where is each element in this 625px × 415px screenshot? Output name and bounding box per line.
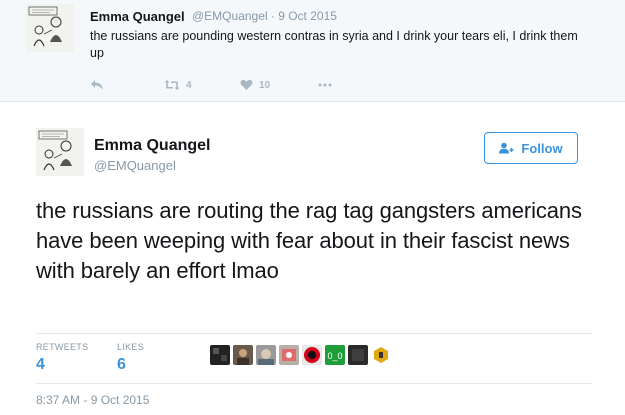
- tweet-actions: 4 10: [90, 76, 332, 94]
- tweet-text: the russians are pounding western contra…: [90, 29, 578, 60]
- author-handle-date[interactable]: @EMQuangel · 9 Oct 2015: [192, 9, 337, 23]
- author-name[interactable]: Emma Quangel: [90, 9, 185, 24]
- svg-text:0_0: 0_0: [327, 351, 342, 361]
- tweet-timestamp[interactable]: 8:37 AM - 9 Oct 2015: [36, 393, 149, 407]
- tweet-text: the russians are routing the rag tag gan…: [36, 198, 582, 283]
- reply-icon: [90, 79, 104, 91]
- author-name[interactable]: Emma Quangel: [94, 137, 210, 155]
- follow-label: Follow: [521, 140, 563, 156]
- retweets-label[interactable]: RETWEETS: [36, 342, 88, 352]
- follow-button[interactable]: Follow: [484, 132, 578, 164]
- retweets-count[interactable]: 4: [36, 356, 45, 374]
- more-button[interactable]: [318, 83, 332, 87]
- previous-tweet[interactable]: Emma Quangel @EMQuangel · 9 Oct 2015 the…: [0, 0, 625, 102]
- liker-avatar[interactable]: [233, 345, 253, 365]
- avatar[interactable]: [36, 128, 84, 176]
- liker-avatar[interactable]: [348, 345, 368, 365]
- liker-avatar[interactable]: [210, 345, 230, 365]
- likes-label[interactable]: LIKES: [117, 342, 144, 352]
- avatar[interactable]: [26, 4, 74, 52]
- reply-button[interactable]: [90, 79, 164, 91]
- retweet-count: 4: [186, 79, 192, 91]
- heart-icon: [240, 79, 253, 91]
- liker-avatar[interactable]: [256, 345, 276, 365]
- liker-avatars: 0_0: [210, 345, 394, 365]
- liker-avatar[interactable]: [302, 345, 322, 365]
- add-user-icon: [499, 142, 515, 154]
- author-handle[interactable]: @EMQuangel: [94, 158, 176, 173]
- likes-count[interactable]: 6: [117, 356, 126, 374]
- like-button[interactable]: 10: [240, 79, 318, 91]
- liker-avatar[interactable]: [371, 345, 391, 365]
- retweet-button[interactable]: 4: [164, 79, 240, 91]
- divider: [36, 333, 592, 334]
- liker-avatar[interactable]: [279, 345, 299, 365]
- more-icon: [318, 83, 332, 87]
- divider: [36, 383, 592, 384]
- retweet-icon: [164, 79, 180, 91]
- liker-avatar[interactable]: 0_0: [325, 345, 345, 365]
- like-count: 10: [259, 79, 271, 91]
